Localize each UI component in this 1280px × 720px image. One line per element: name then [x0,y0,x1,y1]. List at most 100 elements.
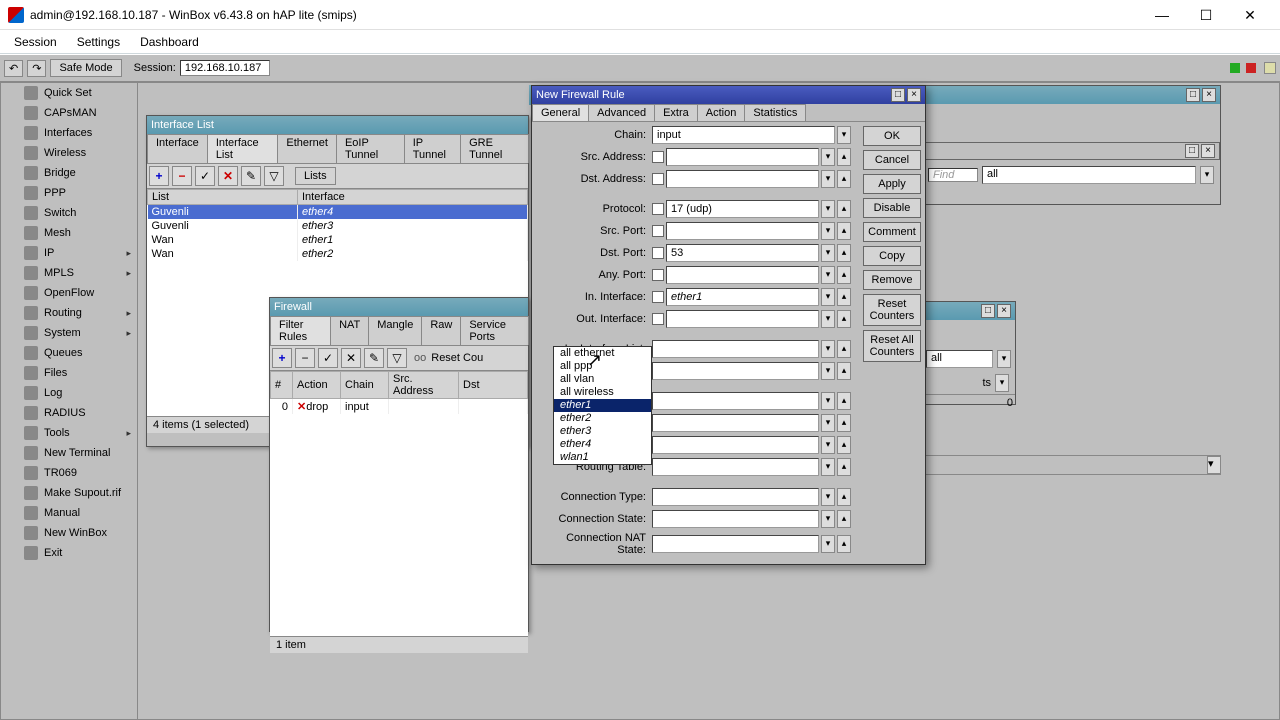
sidebar-item-system[interactable]: System▸ [18,323,137,343]
sidebar-item-log[interactable]: Log [18,383,137,403]
disable-button[interactable]: ✕ [341,348,361,368]
sidebar-item-mpls[interactable]: MPLS▸ [18,263,137,283]
in_if_list-input[interactable] [652,340,819,358]
undo-button[interactable]: ↶ [4,60,23,77]
col-action[interactable]: Action [293,372,341,399]
sidebar-item-quick-set[interactable]: Quick Set [18,83,137,103]
table-row[interactable]: 0 ✕drop input [271,399,528,415]
comment-button[interactable]: ✎ [241,166,261,186]
negate-checkbox[interactable] [652,203,664,215]
bg-scrollbar[interactable]: ▾ [921,455,1221,475]
tab-mangle[interactable]: Mangle [368,316,422,345]
maximize-icon[interactable]: □ [891,88,905,102]
sidebar-item-routing[interactable]: Routing▸ [18,303,137,323]
pkt_mark-input[interactable] [652,392,819,410]
dropdown-option[interactable]: all ethernet [554,347,651,360]
enable-button[interactable]: ✓ [195,166,215,186]
spinner-up-icon[interactable]: ▴ [837,310,851,328]
spinner-up-icon[interactable]: ▴ [837,244,851,262]
dropdown-arrow-icon[interactable]: ▾ [821,535,835,553]
filter-all[interactable]: all [982,166,1196,184]
close-icon[interactable]: □ [1185,144,1199,158]
find-input[interactable]: Find [928,168,978,182]
in-interface-dropdown[interactable]: all ethernetall pppall vlanall wirelesse… [553,346,652,465]
negate-checkbox[interactable] [652,225,664,237]
col-dst[interactable]: Dst [459,372,528,399]
in_if-input[interactable] [666,288,819,306]
tab-nat[interactable]: NAT [330,316,369,345]
spinner-up-icon[interactable]: ▴ [837,170,851,188]
sidebar-item-interfaces[interactable]: Interfaces [18,123,137,143]
sidebar-item-make-supout-rif[interactable]: Make Supout.rif [18,483,137,503]
copy-button[interactable]: Copy [863,246,921,266]
menu-settings[interactable]: Settings [67,33,130,51]
sidebar-item-bridge[interactable]: Bridge [18,163,137,183]
table-row[interactable]: Wanether1 [148,233,528,247]
dropdown-option[interactable]: wlan1 [554,451,651,464]
dropdown-arrow-icon[interactable]: ▾ [821,310,835,328]
src_port-input[interactable] [666,222,819,240]
dropdown-arrow-icon[interactable]: ▾ [821,266,835,284]
spinner-up-icon[interactable]: ▴ [837,458,851,476]
sidebar-item-tr069[interactable]: TR069 [18,463,137,483]
chain-input[interactable] [652,126,835,144]
enable-button[interactable]: ✓ [318,348,338,368]
col-interface[interactable]: Interface [298,190,528,205]
dropdown-option[interactable]: ether4 [554,438,651,451]
negate-checkbox[interactable] [652,151,664,163]
src_addr-input[interactable] [666,148,819,166]
spinner-up-icon[interactable]: ▴ [837,488,851,506]
dropdown-arrow-icon[interactable]: ▾ [837,126,851,144]
sidebar-item-files[interactable]: Files [18,363,137,383]
negate-checkbox[interactable] [652,247,664,259]
sidebar-item-openflow[interactable]: OpenFlow [18,283,137,303]
out_if-input[interactable] [666,310,819,328]
dropdown-arrow-icon[interactable]: ▾ [1200,166,1214,184]
redo-button[interactable]: ↷ [27,60,46,77]
close-icon[interactable]: × [907,88,921,102]
dropdown-arrow-icon[interactable]: ▾ [821,392,835,410]
tab-action[interactable]: Action [697,104,746,121]
table-row[interactable]: Guvenliether3 [148,219,528,233]
dropdown-arrow-icon[interactable]: ▾ [821,362,835,380]
dropdown-option[interactable]: ether3 [554,425,651,438]
sidebar-item-wireless[interactable]: Wireless [18,143,137,163]
protocol-input[interactable] [666,200,819,218]
dropdown-arrow-icon[interactable]: ▾ [821,436,835,454]
dropdown-option[interactable]: ether2 [554,412,651,425]
tab-extra[interactable]: Extra [654,104,698,121]
minimize-button[interactable]: — [1140,1,1184,29]
tab-gre-tunnel[interactable]: GRE Tunnel [460,134,529,163]
menu-dashboard[interactable]: Dashboard [130,33,209,51]
conn_state-input[interactable] [652,510,819,528]
spinner-up-icon[interactable]: ▴ [837,288,851,306]
dropdown-arrow-icon[interactable]: ▾ [821,488,835,506]
sidebar-item-mesh[interactable]: Mesh [18,223,137,243]
tab-ethernet[interactable]: Ethernet [277,134,337,163]
dropdown-arrow-icon[interactable]: ▾ [821,200,835,218]
spinner-up-icon[interactable]: ▴ [837,340,851,358]
sidebar-item-switch[interactable]: Switch [18,203,137,223]
safe-mode-button[interactable]: Safe Mode [50,59,121,77]
negate-checkbox[interactable] [652,291,664,303]
conn_type-input[interactable] [652,488,819,506]
remove-button[interactable]: − [295,348,315,368]
dropdown-arrow-icon[interactable]: ▾ [821,414,835,432]
comment-button[interactable]: Comment [863,222,921,242]
dst_port-input[interactable] [666,244,819,262]
dropdown-arrow-icon[interactable]: ▾ [821,510,835,528]
sidebar-item-capsman[interactable]: CAPsMAN [18,103,137,123]
dropdown-arrow-icon[interactable]: ▾ [821,244,835,262]
close-icon[interactable]: × [1202,88,1216,102]
reset-counters-clip[interactable]: Reset Cou [431,352,483,364]
add-button[interactable]: + [149,166,169,186]
menu-session[interactable]: Session [4,33,67,51]
sidebar-item-radius[interactable]: RADIUS [18,403,137,423]
filter-button[interactable]: ▽ [387,348,407,368]
negate-checkbox[interactable] [652,269,664,281]
sidebar-item-ppp[interactable]: PPP [18,183,137,203]
spinner-up-icon[interactable]: ▴ [837,148,851,166]
sidebar-item-queues[interactable]: Queues [18,343,137,363]
col-src[interactable]: Src. Address [389,372,459,399]
dropdown-option[interactable]: all vlan [554,373,651,386]
